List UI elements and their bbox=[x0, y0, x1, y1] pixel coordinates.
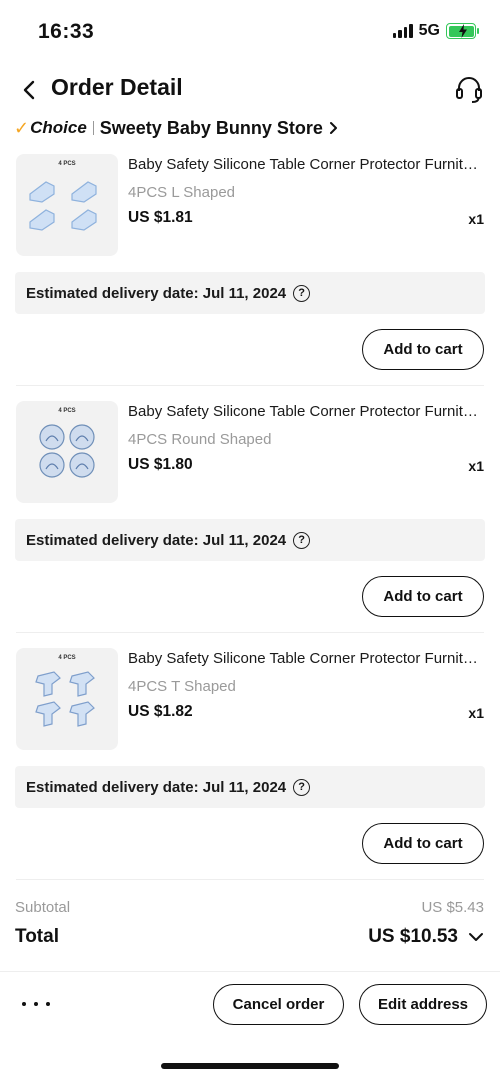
edit-address-button[interactable]: Edit address bbox=[359, 984, 487, 1025]
total-label: Total bbox=[15, 926, 59, 947]
total-value[interactable]: US $10.53 bbox=[368, 926, 458, 948]
product-title[interactable]: Baby Safety Silicone Table Corner Protec… bbox=[128, 156, 484, 173]
delivery-text: Estimated delivery date: Jul 11, 2024 bbox=[26, 778, 287, 796]
status-bar: 16:33 5G bbox=[0, 0, 500, 64]
headset-icon[interactable] bbox=[454, 74, 484, 104]
subtotal-value: US $5.43 bbox=[421, 899, 484, 916]
product-variant: 4PCS Round Shaped bbox=[128, 431, 272, 448]
product-variant: 4PCS L Shaped bbox=[128, 184, 236, 201]
delivery-text: Estimated delivery date: Jul 11, 2024 bbox=[26, 284, 287, 302]
footer-divider bbox=[0, 971, 500, 972]
chevron-right-icon bbox=[329, 122, 337, 134]
subtotal-label: Subtotal bbox=[15, 899, 71, 916]
battery-icon bbox=[446, 23, 479, 39]
divider bbox=[16, 632, 484, 633]
delivery-estimate: Estimated delivery date: Jul 11, 2024 ? bbox=[15, 519, 485, 561]
store-row[interactable]: ✓ Choice Sweety Baby Bunny Store bbox=[14, 114, 339, 142]
product-image[interactable]: 4 PCS bbox=[16, 648, 118, 750]
chevron-down-icon[interactable] bbox=[468, 931, 484, 943]
product-image[interactable]: 4 PCS bbox=[16, 401, 118, 503]
divider bbox=[16, 879, 484, 880]
divider bbox=[16, 385, 484, 386]
delivery-estimate: Estimated delivery date: Jul 11, 2024 ? bbox=[15, 272, 485, 314]
status-indicators: 5G bbox=[392, 22, 479, 40]
signal-icon bbox=[392, 24, 413, 38]
add-to-cart-button[interactable]: Add to cart bbox=[362, 823, 484, 864]
add-to-cart-button[interactable]: Add to cart bbox=[362, 329, 484, 370]
product-price: US $1.81 bbox=[128, 209, 193, 226]
choice-label: Choice bbox=[30, 118, 87, 137]
product-price: US $1.80 bbox=[128, 456, 193, 473]
product-title[interactable]: Baby Safety Silicone Table Corner Protec… bbox=[128, 403, 484, 420]
help-icon[interactable]: ? bbox=[293, 531, 311, 549]
product-quantity: x1 bbox=[468, 211, 484, 227]
header: Order Detail bbox=[0, 68, 500, 112]
product-title[interactable]: Baby Safety Silicone Table Corner Protec… bbox=[128, 650, 484, 667]
product-quantity: x1 bbox=[468, 705, 484, 721]
network-label: 5G bbox=[418, 22, 440, 39]
page-title: Order Detail bbox=[51, 74, 183, 100]
product-variant: 4PCS T Shaped bbox=[128, 678, 236, 695]
choice-badge: ✓ Choice bbox=[14, 118, 87, 139]
help-icon[interactable]: ? bbox=[293, 284, 311, 302]
product-price: US $1.82 bbox=[128, 703, 193, 720]
store-name[interactable]: Sweety Baby Bunny Store bbox=[100, 118, 323, 139]
store-separator bbox=[92, 121, 94, 135]
product-quantity: x1 bbox=[468, 458, 484, 474]
delivery-estimate: Estimated delivery date: Jul 11, 2024 ? bbox=[15, 766, 485, 808]
help-icon[interactable]: ? bbox=[293, 778, 311, 796]
delivery-text: Estimated delivery date: Jul 11, 2024 bbox=[26, 531, 287, 549]
product-image[interactable]: 4 PCS bbox=[16, 154, 118, 256]
add-to-cart-button[interactable]: Add to cart bbox=[362, 576, 484, 617]
home-indicator bbox=[161, 1063, 339, 1069]
cancel-order-button[interactable]: Cancel order bbox=[213, 984, 344, 1025]
status-time: 16:33 bbox=[38, 20, 95, 43]
back-icon[interactable] bbox=[18, 78, 42, 102]
more-options-icon[interactable] bbox=[22, 992, 50, 1016]
checkmark-icon: ✓ bbox=[14, 117, 30, 138]
